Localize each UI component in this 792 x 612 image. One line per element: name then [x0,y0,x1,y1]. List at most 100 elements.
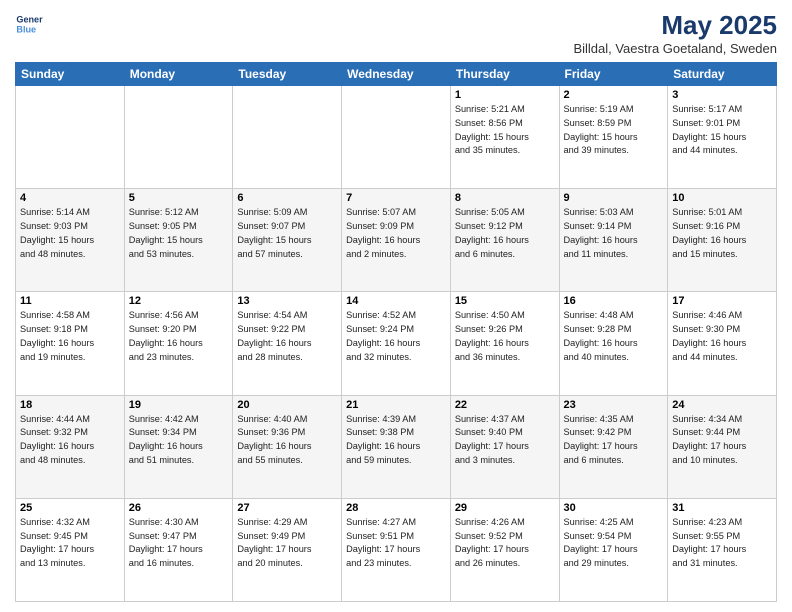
day-info: Sunrise: 4:29 AMSunset: 9:49 PMDaylight:… [237,516,337,571]
page: General Blue May 2025 Billdal, Vaestra G… [0,0,792,612]
col-tuesday: Tuesday [233,63,342,86]
day-info: Sunrise: 4:37 AMSunset: 9:40 PMDaylight:… [455,413,555,468]
logo: General Blue [15,10,43,38]
day-number: 26 [129,502,229,514]
day-number: 4 [20,192,120,204]
table-row: 6 Sunrise: 5:09 AMSunset: 9:07 PMDaylight… [233,189,342,292]
table-row: 24 Sunrise: 4:34 AMSunset: 9:44 PMDayligh… [668,395,777,498]
day-info: Sunrise: 5:05 AMSunset: 9:12 PMDaylight:… [455,206,555,261]
header: General Blue May 2025 Billdal, Vaestra G… [15,10,777,56]
table-row: 13 Sunrise: 4:54 AMSunset: 9:22 PMDayligh… [233,292,342,395]
day-info: Sunrise: 4:54 AMSunset: 9:22 PMDaylight:… [237,309,337,364]
table-row: 17 Sunrise: 4:46 AMSunset: 9:30 PMDayligh… [668,292,777,395]
day-number: 5 [129,192,229,204]
day-number: 9 [564,192,664,204]
day-info: Sunrise: 5:21 AMSunset: 8:56 PMDaylight:… [455,103,555,158]
table-row: 16Sunrise: 4:48 AMSunset: 9:28 PMDayligh… [559,292,668,395]
day-number: 12 [129,295,229,307]
main-title: May 2025 [573,10,777,41]
day-number: 7 [346,192,446,204]
table-row: 1 Sunrise: 5:21 AMSunset: 8:56 PMDaylight… [450,86,559,189]
day-info: Sunrise: 4:44 AMSunset: 9:32 PMDaylight:… [20,413,120,468]
table-row: 3 Sunrise: 5:17 AMSunset: 9:01 PMDaylight… [668,86,777,189]
calendar: Sunday Monday Tuesday Wednesday Thursday… [15,62,777,602]
day-info: Sunrise: 5:17 AMSunset: 9:01 PMDaylight:… [672,103,772,158]
day-info: Sunrise: 5:12 AMSunset: 9:05 PMDaylight:… [129,206,229,261]
table-row: 29Sunrise: 4:26 AMSunset: 9:52 PMDayligh… [450,498,559,601]
table-row: 4 Sunrise: 5:14 AMSunset: 9:03 PMDaylight… [16,189,125,292]
subtitle: Billdal, Vaestra Goetaland, Sweden [573,41,777,56]
day-info: Sunrise: 5:01 AMSunset: 9:16 PMDaylight:… [672,206,772,261]
col-wednesday: Wednesday [342,63,451,86]
day-info: Sunrise: 5:14 AMSunset: 9:03 PMDaylight:… [20,206,120,261]
col-sunday: Sunday [16,63,125,86]
day-number: 28 [346,502,446,514]
day-number: 21 [346,399,446,411]
day-number: 18 [20,399,120,411]
day-info: Sunrise: 4:32 AMSunset: 9:45 PMDaylight:… [20,516,120,571]
table-row: 26 Sunrise: 4:30 AMSunset: 9:47 PMDayligh… [124,498,233,601]
day-number: 17 [672,295,772,307]
day-number: 6 [237,192,337,204]
day-info: Sunrise: 5:07 AMSunset: 9:09 PMDaylight:… [346,206,446,261]
day-info: Sunrise: 4:23 AMSunset: 9:55 PMDaylight:… [672,516,772,571]
day-info: Sunrise: 4:25 AMSunset: 9:54 PMDaylight:… [564,516,664,571]
day-number: 8 [455,192,555,204]
day-number: 30 [564,502,664,514]
day-number: 20 [237,399,337,411]
day-info: Sunrise: 4:42 AMSunset: 9:34 PMDaylight:… [129,413,229,468]
table-row: 9 Sunrise: 5:03 AMSunset: 9:14 PMDaylight… [559,189,668,292]
table-row: 25 Sunrise: 4:32 AMSunset: 9:45 PMDayligh… [16,498,125,601]
day-info: Sunrise: 5:09 AMSunset: 9:07 PMDaylight:… [237,206,337,261]
day-info: Sunrise: 5:03 AMSunset: 9:14 PMDaylight:… [564,206,664,261]
day-number: 1 [455,89,555,101]
table-row: 12 Sunrise: 4:56 AMSunset: 9:20 PMDayligh… [124,292,233,395]
day-number: 23 [564,399,664,411]
day-info: Sunrise: 4:58 AMSunset: 9:18 PMDaylight:… [20,309,120,364]
table-row: 15Sunrise: 4:50 AMSunset: 9:26 PMDayligh… [450,292,559,395]
day-number: 3 [672,89,772,101]
table-row: 10 Sunrise: 5:01 AMSunset: 9:16 PMDayligh… [668,189,777,292]
day-info: Sunrise: 4:46 AMSunset: 9:30 PMDaylight:… [672,309,772,364]
day-number: 25 [20,502,120,514]
table-row [124,86,233,189]
day-number: 31 [672,502,772,514]
table-row: 23 Sunrise: 4:35 AMSunset: 9:42 PMDayligh… [559,395,668,498]
day-number: 14 [346,295,446,307]
table-row: 31 Sunrise: 4:23 AMSunset: 9:55 PMDayligh… [668,498,777,601]
table-row: 21Sunrise: 4:39 AMSunset: 9:38 PMDayligh… [342,395,451,498]
day-info: Sunrise: 4:34 AMSunset: 9:44 PMDaylight:… [672,413,772,468]
day-number: 22 [455,399,555,411]
table-row: 7 Sunrise: 5:07 AMSunset: 9:09 PMDaylight… [342,189,451,292]
table-row: 5 Sunrise: 5:12 AMSunset: 9:05 PMDaylight… [124,189,233,292]
day-info: Sunrise: 4:56 AMSunset: 9:20 PMDaylight:… [129,309,229,364]
col-thursday: Thursday [450,63,559,86]
table-row [233,86,342,189]
day-info: Sunrise: 4:40 AMSunset: 9:36 PMDaylight:… [237,413,337,468]
col-monday: Monday [124,63,233,86]
day-number: 11 [20,295,120,307]
day-number: 13 [237,295,337,307]
col-saturday: Saturday [668,63,777,86]
table-row: 8 Sunrise: 5:05 AMSunset: 9:12 PMDaylight… [450,189,559,292]
day-number: 19 [129,399,229,411]
day-info: Sunrise: 4:52 AMSunset: 9:24 PMDaylight:… [346,309,446,364]
table-row: 11 Sunrise: 4:58 AMSunset: 9:18 PMDayligh… [16,292,125,395]
day-number: 24 [672,399,772,411]
day-number: 2 [564,89,664,101]
day-info: Sunrise: 4:27 AMSunset: 9:51 PMDaylight:… [346,516,446,571]
table-row: 2 Sunrise: 5:19 AMSunset: 8:59 PMDaylight… [559,86,668,189]
day-number: 16 [564,295,664,307]
day-info: Sunrise: 5:19 AMSunset: 8:59 PMDaylight:… [564,103,664,158]
day-info: Sunrise: 4:30 AMSunset: 9:47 PMDaylight:… [129,516,229,571]
table-row [16,86,125,189]
day-number: 27 [237,502,337,514]
day-info: Sunrise: 4:35 AMSunset: 9:42 PMDaylight:… [564,413,664,468]
day-number: 10 [672,192,772,204]
table-row: 20 Sunrise: 4:40 AMSunset: 9:36 PMDayligh… [233,395,342,498]
svg-text:Blue: Blue [16,24,36,34]
day-number: 29 [455,502,555,514]
logo-icon: General Blue [15,10,43,38]
svg-text:General: General [16,15,43,25]
table-row: 14 Sunrise: 4:52 AMSunset: 9:24 PMDayligh… [342,292,451,395]
